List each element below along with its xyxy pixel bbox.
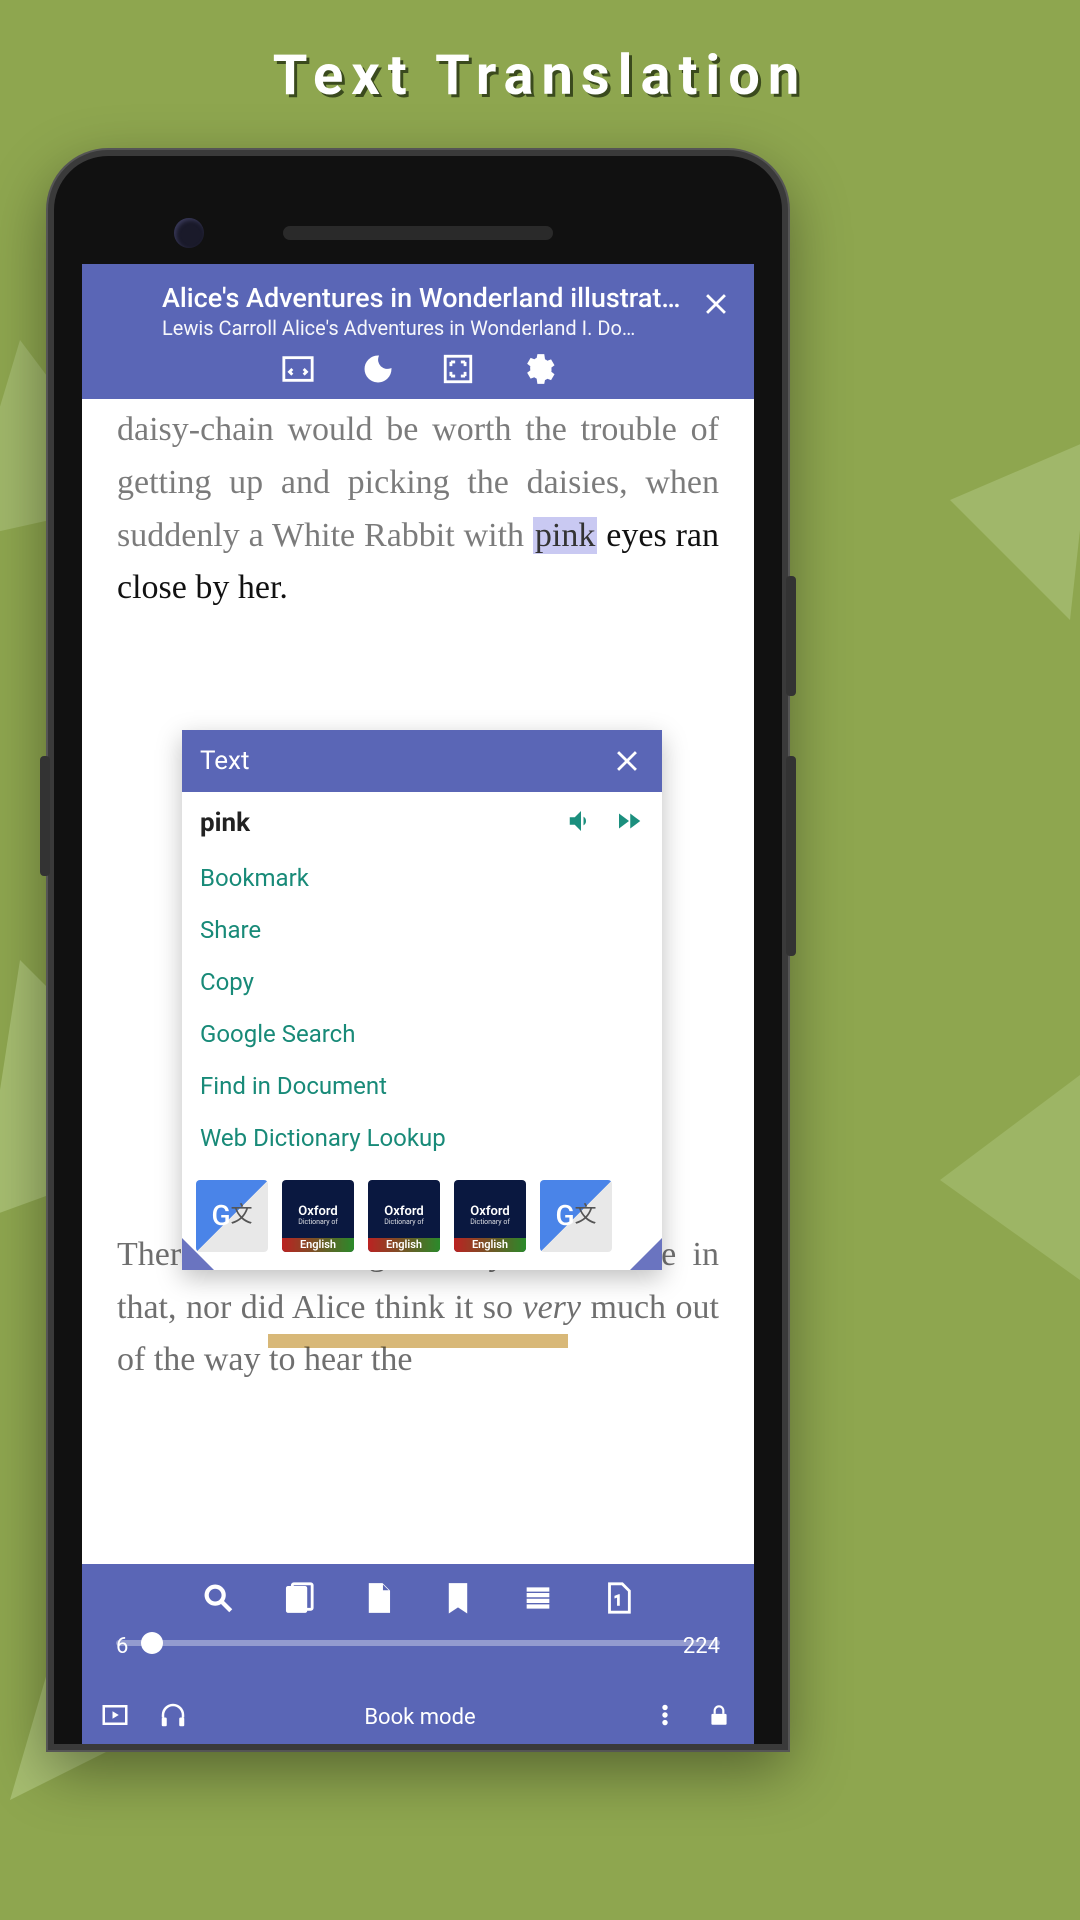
autoplay-button[interactable]	[100, 1700, 130, 1734]
lock-icon	[706, 1700, 732, 1730]
ox-bot: English	[282, 1238, 354, 1252]
page-icon	[361, 1581, 395, 1615]
google-translate-button-2[interactable]: G文	[540, 1180, 612, 1252]
ox-mid: Dictionary of	[384, 1219, 424, 1227]
oxford-dict-button-3[interactable]: OxfordDictionary of English	[454, 1180, 526, 1252]
play-in-box-icon	[100, 1700, 130, 1730]
ox-bot: English	[454, 1238, 526, 1252]
page-current: 6	[116, 1634, 128, 1659]
selected-word[interactable]: pink	[533, 517, 597, 554]
speak-button[interactable]	[566, 806, 596, 840]
device-camera	[174, 218, 204, 248]
speak-next-button[interactable]	[614, 806, 644, 840]
night-mode-button[interactable]	[359, 350, 397, 388]
book-subtitle: Lewis Carroll Alice's Adventures in Wond…	[162, 316, 690, 340]
oxford-dict-button[interactable]: OxfordDictionary of English	[282, 1180, 354, 1252]
headphones-icon	[158, 1700, 188, 1730]
bookmark-icon	[441, 1581, 475, 1615]
device-power-button	[786, 756, 796, 956]
ox-bot: English	[368, 1238, 440, 1252]
page-slider[interactable]	[116, 1640, 720, 1646]
menu-google-search[interactable]: Google Search	[182, 1008, 662, 1060]
slider-knob[interactable]	[141, 1632, 163, 1654]
ox-mid: Dictionary of	[298, 1219, 338, 1227]
app-bottombar: 1 6 224 Book mode	[82, 1564, 754, 1744]
toc-button[interactable]	[518, 1578, 558, 1618]
gt-cn: 文	[231, 1204, 253, 1228]
mode-label[interactable]: Book mode	[188, 1705, 652, 1730]
menu-find-in-doc[interactable]: Find in Document	[182, 1060, 662, 1112]
ox-top: Oxford	[384, 1205, 424, 1219]
page-number-icon: 1	[601, 1581, 635, 1615]
lock-button[interactable]	[706, 1700, 732, 1734]
selection-popup: Text pink Bookmark Share	[182, 730, 662, 1270]
menu-web-dict[interactable]: Web Dictionary Lookup	[182, 1112, 662, 1164]
ox-mid: Dictionary of	[470, 1219, 510, 1227]
device-volume-button	[786, 576, 796, 696]
scroll-mode-icon	[281, 352, 315, 386]
google-translate-button[interactable]: G文	[196, 1180, 268, 1252]
device-speaker	[283, 226, 553, 240]
scroll-mode-button[interactable]	[279, 350, 317, 388]
popup-selected-word: pink	[200, 808, 250, 838]
moon-icon	[361, 352, 395, 386]
goto-page-button[interactable]: 1	[598, 1578, 638, 1618]
book-title: Alice's Adventures in Wonderland illustr…	[162, 282, 690, 314]
device-side-button	[40, 756, 50, 876]
list-icon	[521, 1581, 555, 1615]
svg-text:1: 1	[614, 1593, 622, 1609]
page-button[interactable]	[358, 1578, 398, 1618]
library-button[interactable]	[278, 1578, 318, 1618]
menu-bookmark[interactable]: Bookmark	[182, 852, 662, 904]
popup-menu: Bookmark Share Copy Google Search Find i…	[182, 846, 662, 1170]
more-button[interactable]	[652, 1700, 678, 1734]
gear-icon	[521, 352, 555, 386]
gt-g: G	[211, 1201, 230, 1232]
settings-button[interactable]	[519, 350, 557, 388]
dictionary-row: G文 OxfordDictionary of English OxfordDic…	[182, 1170, 662, 1270]
kebab-icon	[652, 1700, 678, 1730]
fast-forward-icon	[614, 806, 644, 836]
bookmark-button[interactable]	[438, 1578, 478, 1618]
fullscreen-icon	[441, 352, 475, 386]
close-icon	[699, 287, 733, 321]
speaker-icon	[566, 806, 596, 836]
oxford-dict-button-2[interactable]: OxfordDictionary of English	[368, 1180, 440, 1252]
close-icon	[610, 744, 644, 778]
app-topbar: Alice's Adventures in Wonderland illustr…	[82, 264, 754, 399]
search-button[interactable]	[198, 1578, 238, 1618]
menu-copy[interactable]: Copy	[182, 956, 662, 1008]
page-total: 224	[683, 1634, 720, 1659]
close-button[interactable]	[696, 284, 736, 324]
fullscreen-button[interactable]	[439, 350, 477, 388]
gt-cn: 文	[575, 1204, 597, 1228]
app-screen: hot day made her feel very sleepy and st…	[82, 264, 754, 1744]
promo-title: Text Translation	[0, 0, 1080, 108]
menu-share[interactable]: Share	[182, 904, 662, 956]
audio-button[interactable]	[158, 1700, 188, 1734]
ox-top: Oxford	[470, 1205, 510, 1219]
device-frame: hot day made her feel very sleepy and st…	[48, 150, 788, 1750]
popup-title: Text	[200, 746, 249, 776]
popup-close-button[interactable]	[610, 744, 644, 778]
book-stack-icon	[281, 1581, 315, 1615]
search-icon	[201, 1581, 235, 1615]
text-emph: very	[523, 1289, 582, 1326]
gt-g: G	[555, 1201, 574, 1232]
ox-top: Oxford	[298, 1205, 338, 1219]
